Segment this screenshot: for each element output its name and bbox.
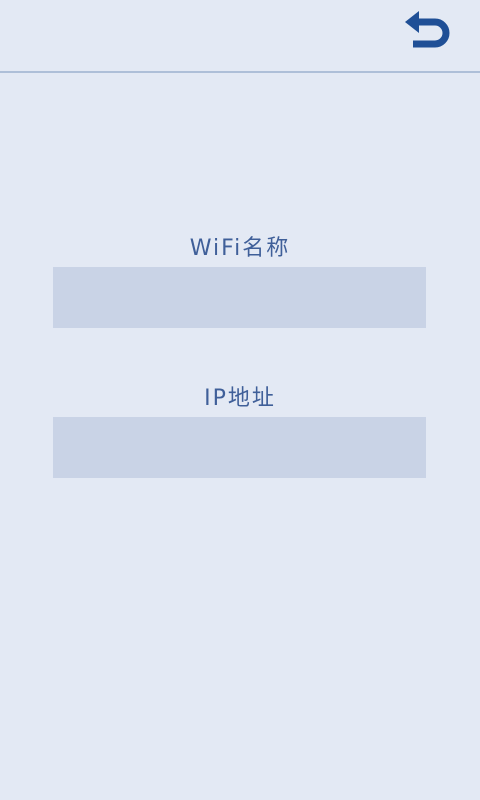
- back-button[interactable]: [396, 6, 458, 62]
- header-divider: [0, 71, 480, 73]
- ip-address-input[interactable]: [53, 417, 426, 478]
- top-bar: [0, 0, 480, 72]
- undo-arrow-icon: [405, 11, 450, 48]
- wifi-name-input[interactable]: [53, 267, 426, 328]
- ip-address-label: IP地址: [204, 386, 276, 411]
- wifi-name-label: WiFi名称: [189, 236, 291, 261]
